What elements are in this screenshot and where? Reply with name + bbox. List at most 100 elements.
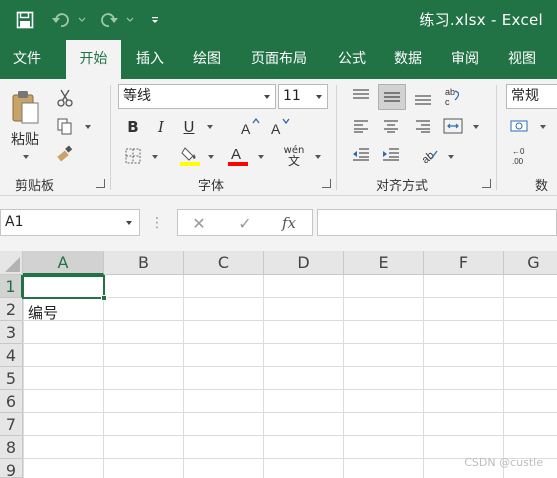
window-title: 练习.xlsx - Excel [419,11,543,29]
align-left-icon[interactable] [348,115,374,137]
border-icon[interactable] [122,145,144,167]
align-center-icon[interactable] [378,115,404,137]
font-name-value: 等线 [123,88,151,104]
copy-icon[interactable] [54,115,76,137]
column-header-c[interactable]: C [184,251,264,275]
italic-button[interactable]: I [150,116,172,138]
svg-text:ab: ab [445,87,455,97]
enter-icon[interactable]: ✓ [234,212,256,234]
font-name-select[interactable]: 等线 [118,84,276,109]
undo-dropdown-icon[interactable] [76,9,88,31]
customize-qat-icon[interactable] [148,9,162,31]
copy-dropdown-icon[interactable] [85,125,91,129]
column-header-g[interactable]: G [504,251,557,275]
group-label-number: 数 [535,179,549,194]
row-header-4[interactable]: 4 [0,344,23,367]
row-header-2[interactable]: 2 [0,298,23,321]
tab-home[interactable]: 开始 [66,40,121,79]
tab-data[interactable]: 数据 [382,40,434,79]
tab-view[interactable]: 视图 [495,40,549,79]
group-separator [110,85,111,190]
tab-review[interactable]: 审阅 [438,40,492,79]
font-color-dropdown-icon[interactable] [258,155,264,159]
row-header-1[interactable]: 1 [0,275,23,298]
bold-button[interactable]: B [122,116,144,138]
row-header-7[interactable]: 7 [0,413,23,436]
decrease-indent-icon[interactable] [348,143,374,165]
formula-bar-grip-icon[interactable]: ⋮ [150,214,164,232]
column-header-f[interactable]: F [424,251,504,275]
formula-input[interactable] [317,209,557,236]
format-painter-icon[interactable] [54,143,76,165]
row-header-3[interactable]: 3 [0,321,23,344]
underline-dropdown-icon[interactable] [207,125,213,129]
column-header-d[interactable]: D [264,251,344,275]
currency-dropdown-icon[interactable] [540,125,546,129]
alignment-launcher-icon[interactable] [482,179,491,188]
border-dropdown-icon[interactable] [152,155,158,159]
font-color-icon[interactable]: A [226,143,250,167]
row-header-5[interactable]: 5 [0,367,23,390]
row-header-6[interactable]: 6 [0,390,23,413]
redo-icon[interactable] [96,9,122,31]
svg-text:A: A [241,121,251,136]
wrap-text-icon[interactable]: ab c [440,83,466,109]
select-all-button[interactable] [0,251,23,275]
phonetic-bottom: 文 [287,154,300,168]
merge-center-icon[interactable] [440,115,466,137]
paste-label[interactable]: 粘贴 [6,129,44,149]
chevron-down-icon [316,95,322,99]
font-size-select[interactable]: 11 [278,84,328,109]
column-header-a[interactable]: A [23,251,104,275]
title-bar: 练习.xlsx - Excel [0,0,557,40]
tab-formulas[interactable]: 公式 [324,40,380,79]
fill-color-dropdown-icon[interactable] [208,155,214,159]
watermark: CSDN @custle [464,456,543,469]
merge-dropdown-icon[interactable] [473,125,479,129]
align-right-icon[interactable] [410,115,436,137]
paste-icon[interactable] [6,87,44,129]
row-header-9[interactable]: 9 [0,459,23,478]
column-header-e[interactable]: E [344,251,424,275]
underline-button[interactable]: U [178,116,200,138]
name-box-value: A1 [5,214,24,230]
orientation-dropdown-icon[interactable] [448,155,454,159]
svg-text:A: A [231,146,241,163]
increase-indent-icon[interactable] [378,143,404,165]
column-header-b[interactable]: B [104,251,184,275]
number-format-value: 常规 [511,88,539,104]
save-icon[interactable] [12,9,38,31]
fill-color-icon[interactable] [178,143,202,167]
number-format-select[interactable]: 常规 [506,84,557,109]
cell-grid[interactable] [23,275,557,478]
decrease-font-icon[interactable]: A [268,116,292,138]
cancel-icon[interactable]: ✕ [188,212,210,234]
tab-insert[interactable]: 插入 [124,40,176,79]
orientation-icon[interactable]: ab [416,143,442,165]
tab-file[interactable]: 文件 [0,40,54,79]
clipboard-launcher-icon[interactable] [96,179,105,188]
fill-handle[interactable] [101,295,107,301]
svg-text:.00: .00 [512,157,524,166]
undo-icon[interactable] [48,9,74,31]
row-header-8[interactable]: 8 [0,436,23,459]
phonetic-guide-button[interactable]: wén 文 [282,143,306,169]
paste-dropdown-icon[interactable] [23,155,29,159]
decimal-icon[interactable]: ←0.00 [508,143,536,169]
align-top-icon[interactable] [348,85,374,109]
phonetic-dropdown-icon[interactable] [315,155,321,159]
active-cell-a1[interactable] [22,275,105,299]
font-launcher-icon[interactable] [322,179,331,188]
align-middle-icon[interactable] [378,84,406,110]
insert-function-icon[interactable]: fx [278,212,300,234]
cell-a2[interactable]: 编号 [28,302,58,323]
name-box[interactable]: A1 [0,209,140,236]
increase-font-icon[interactable]: A [238,116,262,138]
align-bottom-icon[interactable] [410,85,436,109]
group-separator [336,85,337,190]
cut-icon[interactable] [54,87,76,109]
tab-page-layout[interactable]: 页面布局 [239,40,319,79]
currency-format-icon[interactable] [508,115,534,137]
redo-dropdown-icon[interactable] [124,9,136,31]
tab-draw[interactable]: 绘图 [181,40,233,79]
